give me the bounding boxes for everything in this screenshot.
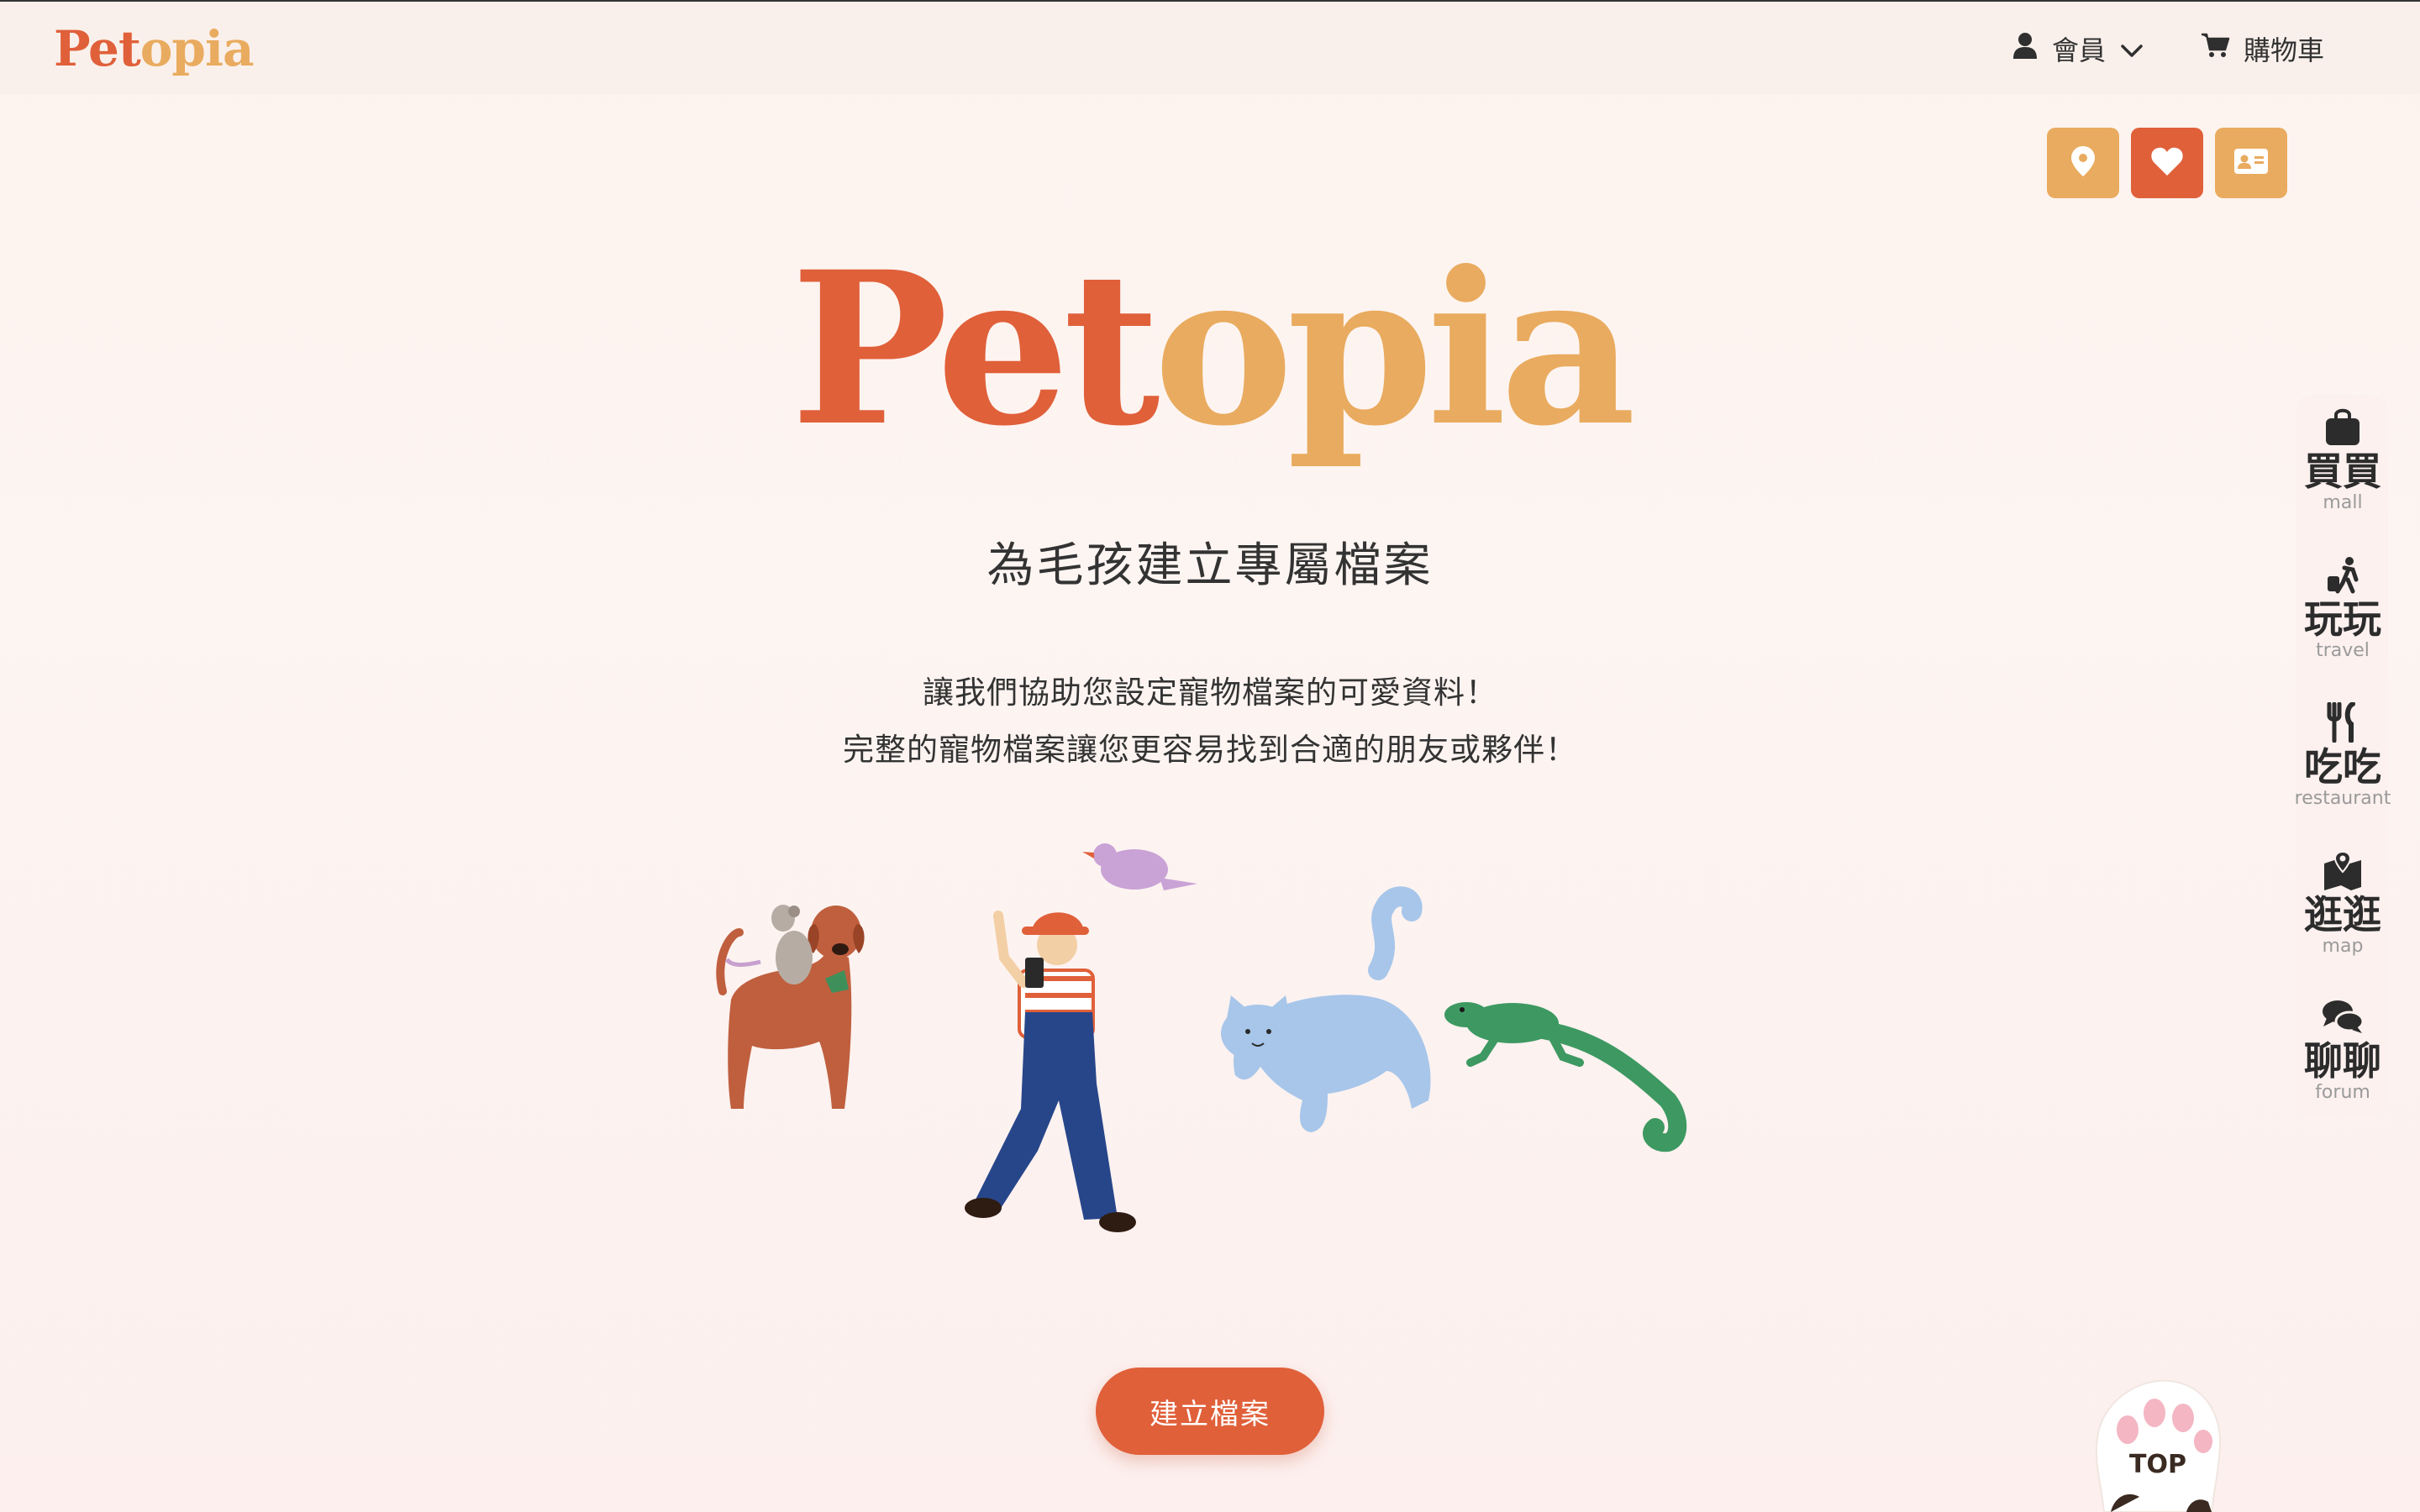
mouse-illustration <box>724 905 813 984</box>
sidenav-item-forum[interactable]: 聊聊 forum <box>2291 998 2395 1103</box>
hero-description-line-1: 讓我們協助您設定寵物檔案的可愛資料！ <box>923 675 1497 711</box>
shopping-bag-icon <box>2324 407 2361 450</box>
sidenav-label-en: forum <box>2315 1081 2370 1103</box>
heart-icon <box>2151 147 2183 179</box>
hero-logo: Petopia <box>0 244 2420 454</box>
sidenav-item-restaurant[interactable]: 吃吃 restaurant <box>2291 701 2395 809</box>
sidenav-label-zh: 玩玩 <box>2304 596 2381 642</box>
location-button[interactable] <box>2047 128 2119 198</box>
member-label: 會員 <box>2052 34 2107 66</box>
utensils-icon <box>2324 701 2361 746</box>
map-icon <box>2323 850 2363 894</box>
chevron-down-icon <box>2121 33 2143 65</box>
sidenav-item-mall[interactable]: 買買 mall <box>2291 407 2395 513</box>
paw-icon <box>2086 1379 2230 1512</box>
user-icon <box>2013 32 2037 66</box>
lizard-illustration <box>1444 1002 1687 1152</box>
cart-label: 購物車 <box>2244 34 2325 66</box>
profile-card-button[interactable] <box>2215 128 2287 198</box>
sidenav-label-zh: 買買 <box>2304 449 2381 494</box>
logo-part-opia: opia <box>139 20 255 77</box>
hero-logo-pet: Pet <box>790 225 1160 472</box>
cart-icon <box>2202 33 2230 65</box>
person-illustration <box>965 911 1136 1232</box>
member-menu[interactable]: 會員 <box>2013 30 2143 67</box>
logo-part-pet: Pet <box>54 20 141 77</box>
cat-illustration <box>1221 886 1431 1132</box>
sidenav-label-en: map <box>2322 935 2364 957</box>
hero-logo-opia: opia <box>1153 225 1637 472</box>
sidenav-item-travel[interactable]: 玩玩 travel <box>2291 554 2395 661</box>
hero-subtitle: 為毛孩建立專屬檔案 <box>986 538 1434 593</box>
hero-description-line-2: 完整的寵物檔案讓您更容易找到合適的朋友或夥伴！ <box>843 732 1577 768</box>
site-header: Petopia 會員 購物車 <box>0 2 2420 94</box>
create-profile-button[interactable]: 建立檔案 <box>1096 1368 1324 1455</box>
chat-icon <box>2322 998 2365 1040</box>
location-pin-icon <box>2071 146 2095 180</box>
sidenav-label-en: restaurant <box>2294 787 2391 809</box>
sidenav-item-map[interactable]: 逛逛 map <box>2291 850 2395 957</box>
bird-illustration <box>1082 843 1197 890</box>
id-card-icon <box>2234 149 2268 177</box>
back-to-top-label: TOP <box>2129 1450 2186 1479</box>
sidenav-label-zh: 聊聊 <box>2304 1038 2381 1084</box>
sidenav-label-zh: 吃吃 <box>2304 744 2381 790</box>
cart-link[interactable]: 購物車 <box>2202 30 2324 67</box>
back-to-top-button[interactable]: TOP <box>2086 1371 2230 1512</box>
traveler-icon <box>2324 554 2361 598</box>
pets-illustration <box>716 843 1687 1232</box>
sidenav-label-en: mall <box>2323 491 2363 513</box>
favorites-button[interactable] <box>2131 128 2203 198</box>
sidenav-label-en: travel <box>2316 639 2370 661</box>
sidenav-label-zh: 逛逛 <box>2304 892 2381 937</box>
header-logo[interactable]: Petopia <box>54 20 255 77</box>
